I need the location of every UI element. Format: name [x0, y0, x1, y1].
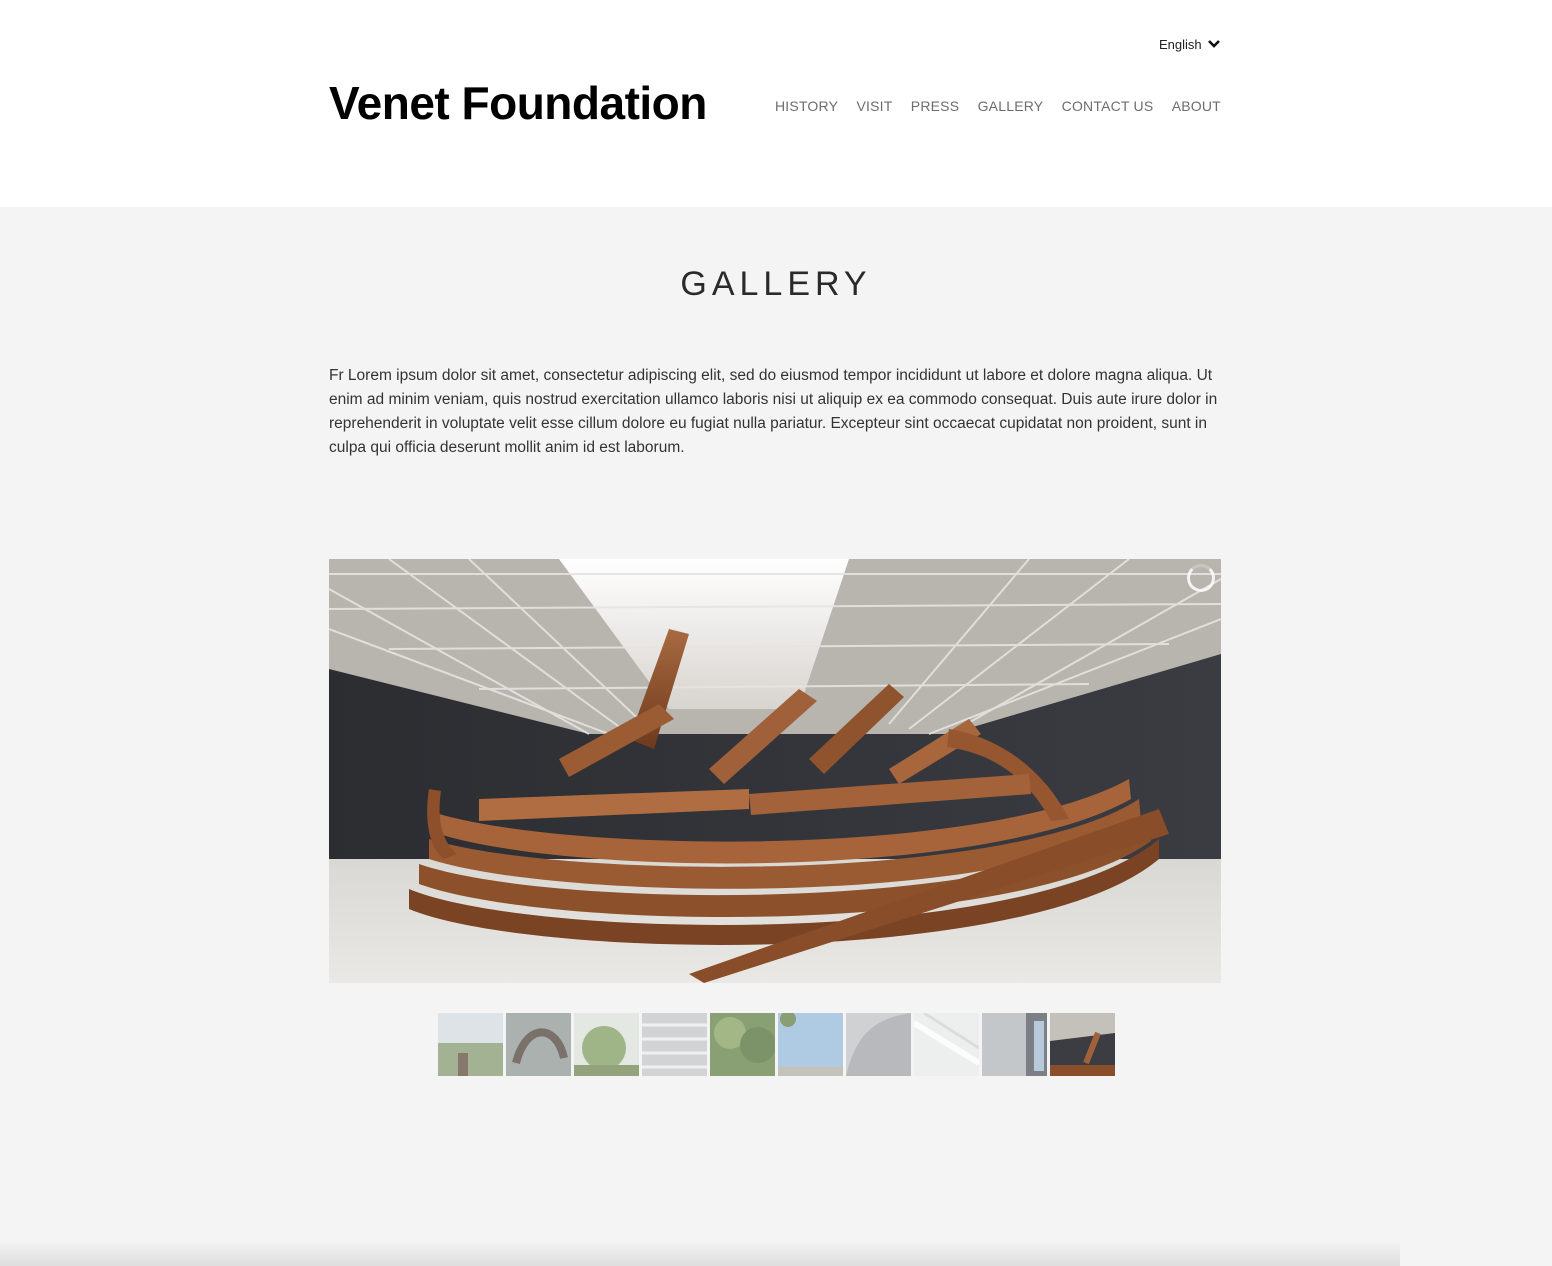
main-nav: HISTORY VISIT PRESS GALLERY CONTACT US A… [775, 98, 1221, 114]
thumbnail-3[interactable] [574, 1013, 639, 1076]
site-header: English Venet Foundation HISTORY VISIT P… [0, 0, 1552, 207]
thumbnail-10[interactable] [1050, 1013, 1115, 1076]
nav-contact-us[interactable]: CONTACT US [1062, 98, 1154, 114]
thumbnail-1[interactable] [438, 1013, 503, 1076]
autoplay-toggle-icon[interactable] [1187, 564, 1215, 592]
nav-press[interactable]: PRESS [911, 98, 959, 114]
page-title: GALLERY [680, 265, 872, 303]
nav-gallery[interactable]: GALLERY [978, 98, 1044, 114]
thumbnail-7[interactable] [846, 1013, 911, 1076]
site-logo[interactable]: Venet Foundation [329, 76, 707, 130]
thumbnail-2[interactable] [506, 1013, 571, 1076]
sculpture-photo [329, 559, 1221, 983]
thumbnail-4[interactable] [642, 1013, 707, 1076]
thumbnail-9[interactable] [982, 1013, 1047, 1076]
page-bottom-edge [0, 1240, 1400, 1266]
thumbnail-5[interactable] [710, 1013, 775, 1076]
nav-visit[interactable]: VISIT [856, 98, 892, 114]
intro-paragraph: Fr Lorem ipsum dolor sit amet, consectet… [329, 367, 1218, 456]
thumbnail-8[interactable] [914, 1013, 979, 1076]
gallery-main-image[interactable] [329, 559, 1221, 983]
thumbnail-6[interactable] [778, 1013, 843, 1076]
thumbnail-strip [438, 1013, 1115, 1076]
language-selector[interactable]: English [1159, 35, 1220, 53]
nav-history[interactable]: HISTORY [775, 98, 838, 114]
chevron-down-icon [1207, 38, 1220, 50]
language-label: English [1159, 36, 1202, 52]
nav-about[interactable]: ABOUT [1172, 98, 1221, 114]
